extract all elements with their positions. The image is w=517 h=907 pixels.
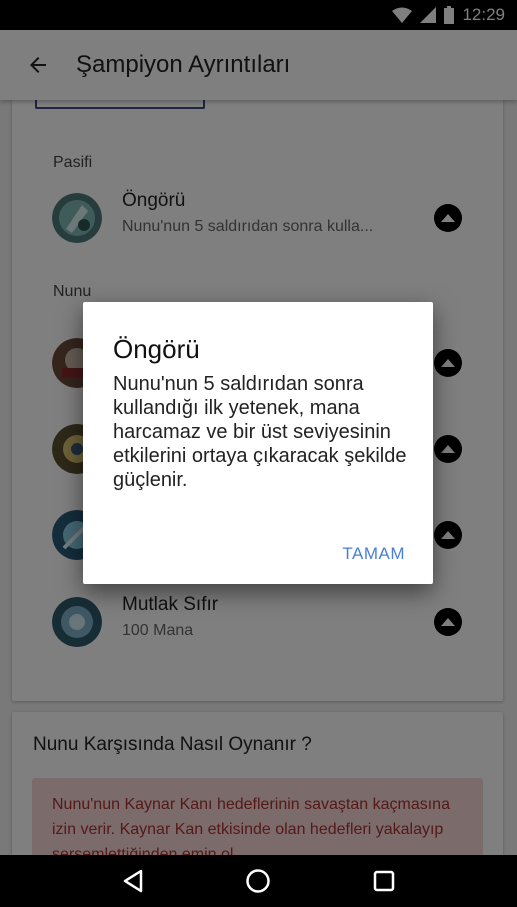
triangle-back-icon xyxy=(123,869,143,893)
square-recents-icon xyxy=(373,870,395,892)
nav-recents-button[interactable] xyxy=(364,861,404,901)
circle-home-icon xyxy=(246,869,271,893)
ok-button[interactable]: TAMAM xyxy=(342,544,405,564)
dialog-title: Öngörü xyxy=(113,334,200,364)
ability-dialog: Öngörü Nunu'nun 5 saldırıdan sonra kulla… xyxy=(83,302,433,584)
screen: 12:29 Şampiyon Ayrıntıları Pasifi xyxy=(0,0,517,907)
navigation-bar xyxy=(0,855,517,907)
nav-home-button[interactable] xyxy=(238,861,278,901)
dialog-body: Nunu'nun 5 saldırıdan sonra kullandığı i… xyxy=(113,373,407,491)
nav-back-button[interactable] xyxy=(113,861,153,901)
